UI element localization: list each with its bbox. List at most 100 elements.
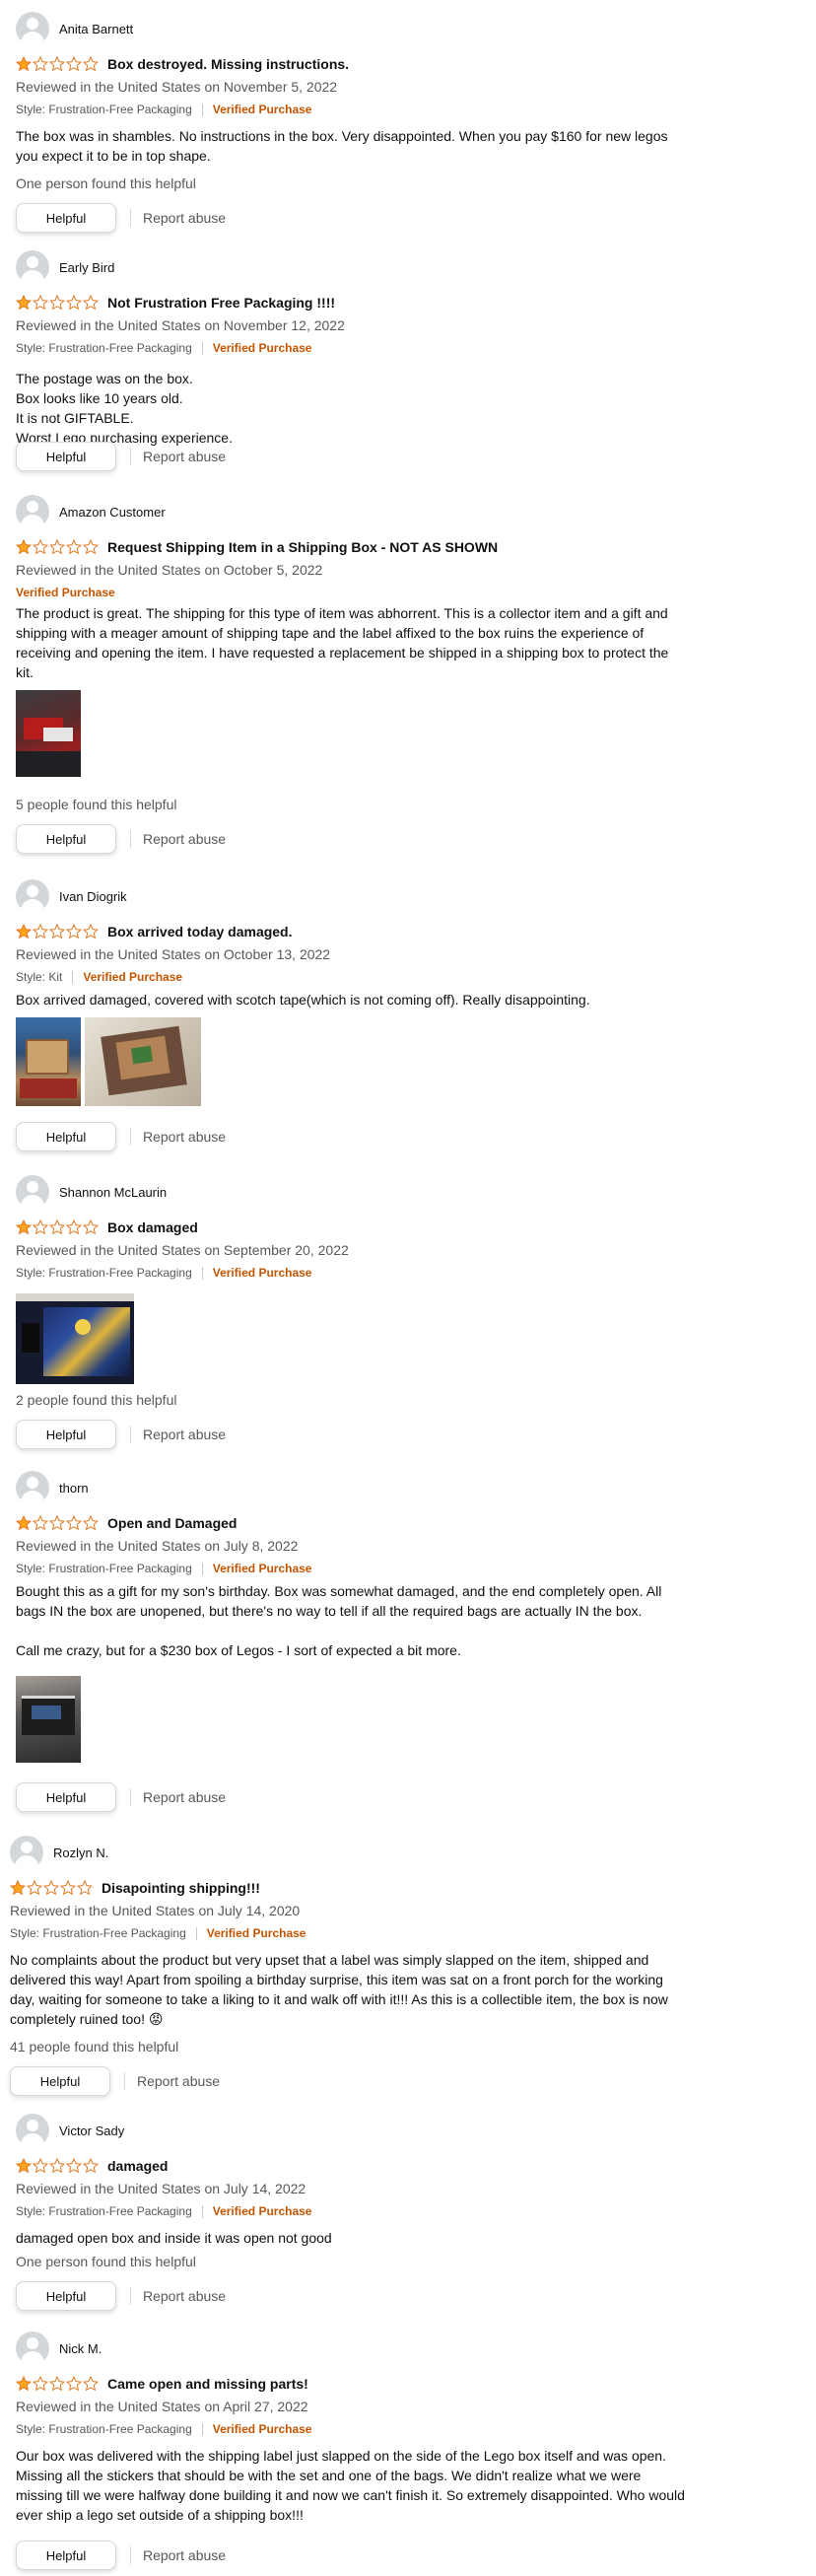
review-date: Reviewed in the United States on October… [16, 946, 331, 962]
review-text: Bought this as a gift for my son's birth… [16, 1583, 662, 1619]
reviewer-profile[interactable]: Victor Sady [16, 2114, 124, 2147]
review-date: Reviewed in the United States on July 14… [10, 1903, 301, 1918]
star-rating[interactable] [16, 2158, 100, 2174]
reviewer-profile[interactable]: Anita Barnett [16, 12, 133, 45]
report-abuse-link[interactable]: Report abuse [137, 2073, 220, 2089]
star-rating[interactable] [10, 1880, 94, 1896]
star-icon [43, 1880, 59, 1896]
star-icon [83, 2158, 99, 2174]
report-abuse-link[interactable]: Report abuse [143, 831, 226, 847]
review-text: Our box was delivered with the shipping … [16, 2448, 685, 2523]
divider [130, 1426, 131, 1443]
review-title[interactable]: Came open and missing parts! [107, 2376, 308, 2392]
report-abuse-link[interactable]: Report abuse [143, 210, 226, 226]
reviewer-name: thorn [59, 1480, 89, 1496]
review-body: No complaints about the product but very… [10, 1950, 680, 2029]
helpful-button[interactable]: Helpful [16, 1782, 116, 1812]
star-icon [66, 539, 82, 555]
product-style[interactable]: Style: Kit [16, 970, 62, 984]
divider [130, 1788, 131, 1806]
star-rating[interactable] [16, 56, 100, 72]
review-body: Box arrived damaged, covered with scotch… [16, 990, 686, 1010]
helpful-button[interactable]: Helpful [10, 2066, 110, 2096]
reviewer-name: Ivan Diogrik [59, 888, 127, 904]
review-text [16, 1621, 686, 1640]
review-title[interactable]: Box arrived today damaged. [107, 924, 293, 940]
default-user-avatar-icon [16, 12, 49, 45]
helpful-button[interactable]: Helpful [16, 203, 116, 233]
divider [201, 103, 203, 116]
helpful-count: One person found this helpful [16, 2254, 196, 2269]
report-abuse-link[interactable]: Report abuse [143, 2288, 226, 2304]
review-photo[interactable] [16, 1017, 81, 1106]
review-photo[interactable] [85, 1017, 201, 1106]
default-user-avatar-icon [16, 1471, 49, 1504]
report-abuse-link[interactable]: Report abuse [143, 1427, 226, 1442]
helpful-button[interactable]: Helpful [16, 1122, 116, 1151]
star-icon [49, 2376, 65, 2392]
product-style[interactable]: Style: Frustration-Free Packaging [16, 341, 192, 355]
star-icon [83, 295, 99, 311]
review-date: Reviewed in the United States on October… [16, 562, 323, 578]
review-body: The postage was on the box. Box looks li… [16, 369, 686, 448]
review-photo[interactable] [16, 1293, 134, 1384]
star-icon [33, 2376, 48, 2392]
star-rating[interactable] [16, 1515, 100, 1531]
star-rating[interactable] [16, 2376, 100, 2392]
helpful-button[interactable]: Helpful [16, 2281, 116, 2311]
default-user-avatar-icon [16, 879, 49, 913]
divider [201, 341, 203, 355]
star-icon [33, 924, 48, 940]
helpful-button[interactable]: Helpful [16, 2541, 116, 2570]
star-rating[interactable] [16, 1219, 100, 1235]
review-body: Our box was delivered with the shipping … [16, 2446, 686, 2525]
review-title[interactable]: Disapointing shipping!!! [102, 1880, 260, 1896]
star-icon [33, 295, 48, 311]
star-icon [66, 2158, 82, 2174]
default-user-avatar-icon [16, 250, 49, 284]
review-title[interactable]: damaged [107, 2158, 168, 2174]
star-icon [10, 1880, 26, 1896]
star-icon [83, 539, 99, 555]
helpful-button[interactable]: Helpful [16, 1420, 116, 1449]
star-rating[interactable] [16, 295, 100, 311]
product-style[interactable]: Style: Frustration-Free Packaging [10, 1926, 186, 1940]
star-icon [66, 295, 82, 311]
review-date: Reviewed in the United States on Novembe… [16, 79, 338, 95]
report-abuse-link[interactable]: Report abuse [143, 1789, 226, 1805]
reviewer-profile[interactable]: Shannon McLaurin [16, 1175, 167, 1209]
verified-purchase-badge: Verified Purchase [212, 103, 312, 116]
star-icon [33, 56, 48, 72]
reviewer-profile[interactable]: thorn [16, 1471, 89, 1504]
star-rating[interactable] [16, 539, 100, 555]
product-style[interactable]: Style: Frustration-Free Packaging [16, 103, 192, 116]
helpful-button[interactable]: Helpful [16, 442, 116, 471]
report-abuse-link[interactable]: Report abuse [143, 2547, 226, 2563]
review-title[interactable]: Request Shipping Item in a Shipping Box … [107, 539, 498, 555]
review-title[interactable]: Box destroyed. Missing instructions. [107, 56, 349, 72]
star-icon [83, 924, 99, 940]
star-icon [16, 1219, 32, 1235]
review-text: The postage was on the box. [16, 371, 193, 386]
reviewer-profile[interactable]: Early Bird [16, 250, 114, 284]
review-photo[interactable] [16, 1676, 81, 1763]
review-title[interactable]: Open and Damaged [107, 1515, 237, 1531]
reviewer-profile[interactable]: Amazon Customer [16, 495, 166, 528]
reviewer-profile[interactable]: Ivan Diogrik [16, 879, 127, 913]
product-style[interactable]: Style: Frustration-Free Packaging [16, 2204, 192, 2218]
review-title[interactable]: Not Frustration Free Packaging !!!! [107, 295, 335, 311]
review-photo[interactable] [16, 690, 81, 777]
star-rating[interactable] [16, 924, 100, 940]
helpful-count: 2 people found this helpful [16, 1392, 177, 1408]
report-abuse-link[interactable]: Report abuse [143, 449, 226, 464]
star-icon [49, 1219, 65, 1235]
reviewer-profile[interactable]: Rozlyn N. [10, 1836, 108, 1869]
product-style[interactable]: Style: Frustration-Free Packaging [16, 2422, 192, 2436]
product-style[interactable]: Style: Frustration-Free Packaging [16, 1266, 192, 1280]
review-title[interactable]: Box damaged [107, 1219, 198, 1235]
report-abuse-link[interactable]: Report abuse [143, 1129, 226, 1145]
reviewer-name: Rozlyn N. [53, 1845, 109, 1860]
product-style[interactable]: Style: Frustration-Free Packaging [16, 1562, 192, 1575]
reviewer-profile[interactable]: Nick M. [16, 2332, 102, 2365]
helpful-button[interactable]: Helpful [16, 824, 116, 854]
